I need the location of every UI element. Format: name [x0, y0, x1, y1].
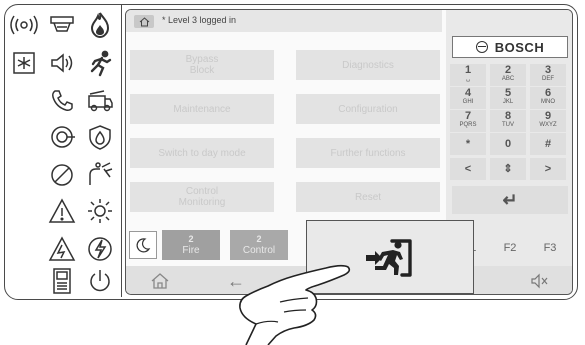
arrow-right-key[interactable]: > [530, 158, 566, 180]
fire-label: Fire [182, 245, 200, 256]
key-letters: ␣ [466, 76, 470, 82]
key-digit: 9 [544, 110, 552, 122]
keypad-key[interactable]: 0 [490, 133, 526, 155]
key-letters: ABC [501, 76, 515, 82]
sun-icon [85, 197, 115, 225]
key-letters: JKL [502, 99, 514, 105]
tools-icon [85, 161, 115, 189]
home-button[interactable] [130, 266, 190, 294]
control-label: Control [242, 245, 276, 256]
key-digit: 3 [544, 64, 552, 76]
status-bar: * Level 3 logged in [126, 10, 442, 32]
keypad-key[interactable]: 8 TUV [490, 110, 526, 132]
f2-key[interactable]: F2 [492, 234, 528, 262]
key-digit: 1 [464, 64, 472, 76]
key-digit: 4 [464, 87, 472, 99]
control-counter-tile[interactable]: 2 Control [230, 230, 288, 260]
arrow-updown-key[interactable]: ⇕ [490, 158, 526, 180]
night-mode-button[interactable] [129, 231, 157, 259]
key-digit: 5 [504, 87, 512, 99]
radio-wave-icon [9, 11, 39, 39]
f3-key[interactable]: F3 [532, 234, 568, 262]
fire-counter-tile[interactable]: 2 Fire [162, 230, 220, 260]
brand-logo: BOSCH [452, 36, 568, 58]
keypad-key[interactable]: 2 ABC [490, 64, 526, 86]
keypad-key[interactable]: # [530, 133, 566, 155]
bypass-block-button[interactable]: Bypass Block [130, 50, 274, 80]
evacuation-panel-icon [9, 49, 39, 77]
reset-button[interactable]: Reset [296, 182, 440, 212]
keypad-key[interactable]: 7 PQRS [450, 110, 486, 132]
further-functions-button[interactable]: Further functions [296, 138, 440, 168]
key-letters: MNO [541, 99, 555, 105]
fire-device-icon [47, 11, 77, 39]
keypad-key[interactable]: * [450, 133, 486, 155]
warning-power-icon [47, 235, 77, 263]
configuration-button[interactable]: Configuration [296, 94, 440, 124]
fire-truck-icon [85, 87, 115, 115]
key-digit: 0 [504, 137, 512, 150]
login-status-text: * Level 3 logged in [162, 15, 237, 25]
keypad-key[interactable]: 3 DEF [530, 64, 566, 86]
switch-day-mode-button[interactable]: Switch to day mode [130, 138, 274, 168]
control-panel-device: * Level 3 logged in Bypass Block Diagnos… [4, 4, 578, 300]
phone-icon [47, 87, 77, 115]
shield-drop-icon [85, 123, 115, 151]
key-letters: PQRS [459, 122, 477, 128]
speaker-icon [47, 49, 77, 77]
lightning-icon [85, 235, 115, 263]
flame-icon [85, 11, 115, 39]
keypad-key[interactable]: 1 ␣ [450, 64, 486, 86]
mute-icon [531, 273, 548, 289]
key-letters: GHI [462, 99, 474, 105]
mute-button[interactable] [510, 266, 570, 294]
control-count: 2 [256, 234, 262, 244]
keypad-key[interactable]: 5 JKL [490, 87, 526, 109]
key-digit: * [465, 137, 471, 150]
keypad-key[interactable]: 9 WXYZ [530, 110, 566, 132]
smoke-detector-icon [47, 123, 77, 151]
key-digit: 8 [504, 110, 512, 122]
key-digit: 7 [464, 110, 472, 122]
pointing-hand [239, 264, 351, 345]
key-letters: DEF [542, 76, 554, 82]
key-letters: TUV [502, 122, 514, 128]
moon-icon [136, 238, 151, 253]
home-icon[interactable] [134, 15, 154, 28]
warning-icon [47, 197, 77, 225]
arrow-left-key[interactable]: < [450, 158, 486, 180]
running-person-icon [85, 49, 115, 77]
keypad-key[interactable]: 6 MNO [530, 87, 566, 109]
diagnostics-button[interactable]: Diagnostics [296, 50, 440, 80]
key-digit: 6 [544, 87, 552, 99]
key-digit: 2 [504, 64, 512, 76]
brand-name: BOSCH [494, 39, 545, 55]
indicator-icon-column [5, 5, 122, 297]
fire-count: 2 [188, 234, 194, 244]
panel-device-icon [47, 267, 77, 295]
enter-key[interactable]: ↵ [452, 186, 568, 214]
keypad-key[interactable]: 4 GHI [450, 87, 486, 109]
home-icon [151, 273, 169, 289]
power-icon [85, 267, 115, 295]
disabled-icon [47, 161, 77, 189]
key-letters: WXYZ [539, 122, 557, 128]
bosch-logo-icon [475, 41, 488, 53]
key-digit: # [544, 137, 552, 150]
control-monitoring-button[interactable]: Control Monitoring [130, 182, 274, 212]
maintenance-button[interactable]: Maintenance [130, 94, 274, 124]
